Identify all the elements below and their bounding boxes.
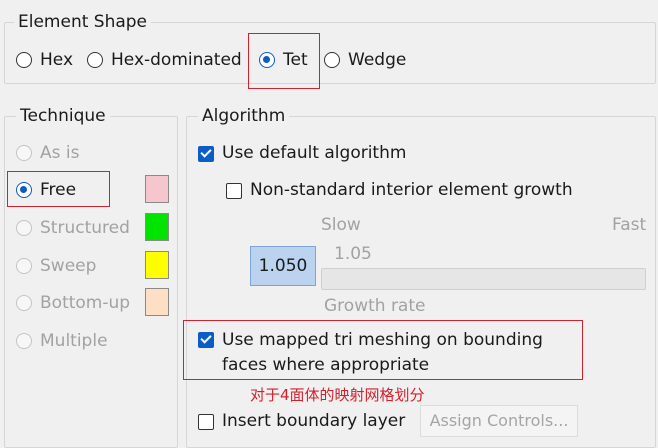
slider-min-value-label: 1.05 [334,244,372,264]
mapped-tri-label-line2: faces where appropriate [222,355,430,375]
growth-rate-value-field[interactable]: 1.050 [250,246,316,286]
radio-multiple-label: Multiple [40,331,108,351]
nonstandard-growth-label: Non-standard interior element growth [250,180,573,200]
mapped-tri-checkbox[interactable] [198,332,214,348]
sweep-color-swatch [145,251,169,279]
radio-hex-dominated[interactable] [87,52,103,68]
mapped-tri-label-line1: Use mapped tri meshing on bounding [222,330,543,350]
bottom-up-color-swatch [145,288,169,316]
slider-slow-label: Slow [321,215,361,235]
radio-bottom-up-label: Bottom-up [40,293,131,313]
slider-fast-label: Fast [612,215,647,235]
tet-highlight-box [248,33,320,89]
insert-boundary-layer-checkbox[interactable] [198,414,214,430]
technique-title: Technique [16,106,110,126]
free-color-swatch [145,175,169,203]
radio-wedge[interactable] [324,52,340,68]
growth-rate-caption: Growth rate [324,296,426,316]
radio-multiple[interactable] [16,333,32,349]
element-shape-title: Element Shape [14,12,152,32]
radio-sweep[interactable] [16,258,32,274]
structured-color-swatch [145,213,169,241]
radio-wedge-label: Wedge [348,50,407,70]
free-highlight-box [7,171,110,207]
use-default-algorithm-checkbox[interactable] [198,146,214,162]
technique-group [4,116,178,448]
algorithm-title: Algorithm [198,106,290,126]
radio-sweep-label: Sweep [40,256,97,276]
radio-as-is[interactable] [16,145,32,161]
use-default-algorithm-label: Use default algorithm [222,143,407,163]
radio-structured[interactable] [16,220,32,236]
radio-hex-label: Hex [40,50,74,70]
growth-rate-value: 1.050 [258,256,308,276]
mapped-tri-annotation: 对于4面体的映射网格划分 [250,386,425,404]
radio-structured-label: Structured [40,218,130,238]
insert-boundary-layer-label: Insert boundary layer [222,411,406,431]
radio-hex-dominated-label: Hex-dominated [111,50,242,70]
radio-bottom-up[interactable] [16,295,32,311]
nonstandard-growth-checkbox[interactable] [226,183,242,199]
radio-as-is-label: As is [40,143,80,163]
assign-controls-button[interactable]: Assign Controls... [420,405,578,437]
radio-hex[interactable] [16,52,32,68]
growth-rate-slider[interactable] [321,268,646,290]
